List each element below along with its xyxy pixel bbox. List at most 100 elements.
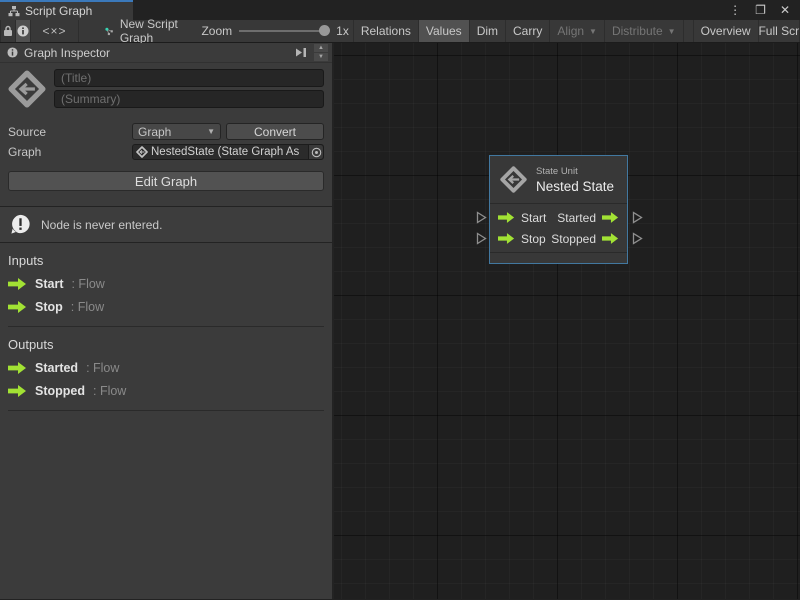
graph-toolbar: <×> New Script Graph Zoom 1x Relations V…: [0, 20, 800, 43]
graph-icon: [105, 25, 114, 38]
connect-handle-icon[interactable]: [632, 211, 643, 224]
window-menu-icon[interactable]: ⋮: [729, 4, 741, 16]
warning-text: Node is never entered.: [41, 218, 162, 232]
graph-label: Graph: [8, 145, 132, 159]
inputs-section: Inputs Start : Flow Stop : Flow: [0, 243, 332, 327]
graph-inspector-panel: Graph Inspector ▲ ▼ Source: [0, 43, 334, 599]
chevron-down-icon: ▼: [207, 127, 215, 136]
graph-object-value: NestedState (State Graph As: [151, 146, 305, 158]
graph-canvas[interactable]: State Unit Nested State Start Started: [334, 43, 800, 599]
inspector-header: Graph Inspector ▲ ▼: [0, 43, 332, 63]
convert-button[interactable]: Convert: [226, 123, 324, 140]
state-unit-icon: [500, 166, 527, 193]
source-dropdown-value: Graph: [138, 125, 202, 139]
output-port-label: Stopped: [551, 232, 596, 246]
new-script-graph-button[interactable]: New Script Graph: [99, 20, 185, 42]
carry-button[interactable]: Carry: [506, 20, 550, 42]
source-label: Source: [8, 125, 132, 139]
object-picker-button[interactable]: [308, 145, 323, 159]
zoom-label: Zoom: [201, 24, 232, 38]
relations-label: Relations: [361, 24, 411, 38]
flow-arrow-icon: [8, 301, 27, 313]
align-label: Align: [557, 24, 584, 38]
tab-script-graph[interactable]: Script Graph: [0, 0, 133, 20]
tabbar-spacer: [133, 0, 719, 20]
inspector-toggle-button[interactable]: [16, 20, 31, 42]
graph-summary-input[interactable]: [54, 90, 324, 108]
overview-label: Overview: [701, 24, 751, 38]
node-header[interactable]: State Unit Nested State: [490, 156, 627, 204]
fullscreen-label: Full Scr: [759, 24, 800, 38]
dock-panel-icon[interactable]: [294, 47, 308, 58]
window-close-icon[interactable]: ✕: [780, 4, 790, 16]
connect-handle-icon[interactable]: [476, 211, 487, 224]
list-item: Start : Flow: [8, 277, 324, 291]
connect-handle-icon[interactable]: [632, 232, 643, 245]
state-graph-icon: [136, 146, 148, 158]
info-icon: [17, 25, 29, 37]
scroll-up-icon[interactable]: ▲: [314, 44, 328, 52]
distribute-button[interactable]: Distribute ▼: [605, 20, 684, 42]
code-icon: <×>: [42, 24, 66, 38]
edit-graph-button[interactable]: Edit Graph: [8, 171, 324, 191]
panel-scrollbar[interactable]: ▲ ▼: [314, 44, 328, 61]
port-name: Stop: [35, 300, 63, 314]
relations-button[interactable]: Relations: [353, 20, 419, 42]
flow-arrow-icon: [8, 362, 27, 374]
port-type: : Flow: [71, 300, 104, 314]
node-title: Nested State: [536, 179, 614, 194]
node-footer: [490, 252, 627, 263]
zoom-value: 1x: [336, 24, 349, 38]
source-dropdown[interactable]: Graph ▼: [132, 123, 221, 140]
connect-handle-icon[interactable]: [476, 232, 487, 245]
carry-label: Carry: [513, 24, 542, 38]
flow-in-port-icon[interactable]: [498, 233, 515, 244]
overview-button[interactable]: Overview: [693, 20, 759, 42]
outputs-section: Outputs Started : Flow Stopped : Flow: [0, 327, 332, 411]
zoom-slider-handle[interactable]: [319, 25, 330, 36]
flow-in-port-icon[interactable]: [498, 212, 515, 223]
nested-state-node[interactable]: State Unit Nested State Start Started: [489, 155, 628, 264]
align-button[interactable]: Align ▼: [550, 20, 605, 42]
window-maximize-icon[interactable]: ❐: [755, 4, 766, 16]
chevron-down-icon: ▼: [668, 27, 676, 36]
code-view-button[interactable]: <×>: [31, 20, 79, 42]
distribute-label: Distribute: [612, 24, 663, 38]
port-name: Started: [35, 361, 78, 375]
hierarchy-icon: [8, 6, 20, 17]
flow-out-port-icon[interactable]: [602, 212, 619, 223]
scroll-down-icon[interactable]: ▼: [314, 53, 328, 61]
dim-button[interactable]: Dim: [470, 20, 506, 42]
node-port-row: Stop Stopped: [490, 228, 627, 249]
zoom-slider[interactable]: [239, 30, 329, 32]
port-name: Stopped: [35, 384, 85, 398]
input-port-label: Start: [521, 211, 546, 225]
port-name: Start: [35, 277, 63, 291]
fullscreen-button[interactable]: Full Scr: [759, 20, 800, 42]
list-item: Stop : Flow: [8, 300, 324, 314]
port-type: : Flow: [93, 384, 126, 398]
tab-title: Script Graph: [25, 4, 92, 18]
new-script-graph-label: New Script Graph: [120, 17, 180, 45]
lock-icon: [3, 25, 13, 37]
chevron-down-icon: ▼: [589, 27, 597, 36]
list-item: Started : Flow: [8, 361, 324, 375]
inputs-header: Inputs: [8, 253, 324, 268]
values-button[interactable]: Values: [419, 20, 470, 42]
convert-label: Convert: [254, 125, 296, 139]
flow-arrow-icon: [8, 385, 27, 397]
flow-arrow-icon: [8, 278, 27, 290]
node-port-row: Start Started: [490, 207, 627, 228]
object-picker-icon: [311, 147, 322, 158]
edit-graph-label: Edit Graph: [135, 174, 197, 189]
values-label: Values: [426, 24, 462, 38]
warning-box: Node is never entered.: [0, 206, 332, 243]
graph-title-input[interactable]: [54, 69, 324, 87]
state-unit-icon: [8, 70, 46, 108]
graph-title-block: [0, 63, 332, 108]
output-port-label: Started: [557, 211, 596, 225]
graph-object-field[interactable]: NestedState (State Graph As: [132, 144, 324, 160]
info-icon: [7, 47, 18, 58]
lock-button[interactable]: [0, 20, 16, 42]
flow-out-port-icon[interactable]: [602, 233, 619, 244]
